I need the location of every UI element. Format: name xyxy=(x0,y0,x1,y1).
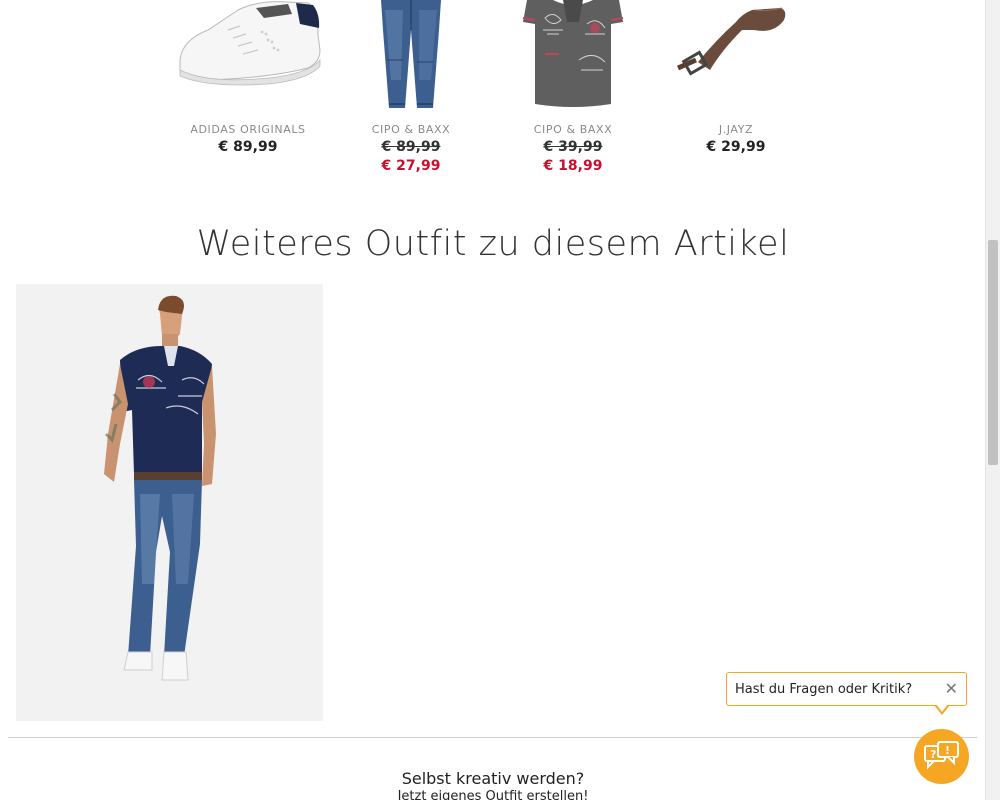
product-brand[interactable]: ADIDAS ORIGINALS xyxy=(168,123,328,136)
product-strike-price: € 39,99 xyxy=(543,139,603,155)
grey-polo-shirt-image[interactable] xyxy=(493,0,653,112)
vertical-scrollbar[interactable] xyxy=(985,0,1000,800)
product-brand[interactable]: CIPO & BAXX xyxy=(331,123,491,136)
brown-belt-image[interactable] xyxy=(656,0,816,112)
feedback-prompt: Hast du Fragen oder Kritik? ✕ xyxy=(726,672,967,706)
creative-title: Selbst kreativ werden? xyxy=(401,769,585,788)
feedback-button[interactable]: ? ! xyxy=(914,729,969,784)
scrollbar-thumb[interactable] xyxy=(988,240,998,465)
section-divider xyxy=(8,737,977,738)
svg-text:!: ! xyxy=(945,744,950,757)
product-row: ADIDAS ORIGINALS € 89,99 CIPO & BAXX € 8… xyxy=(168,0,818,190)
product-old-price: € 89,99 xyxy=(331,139,491,155)
product-brand[interactable]: CIPO & BAXX xyxy=(493,123,653,136)
outfit-model-image[interactable] xyxy=(16,284,323,721)
product-price: € 89,99 xyxy=(218,139,278,155)
outfit-section-title: Weiteres Outfit zu diesem Artikel xyxy=(196,224,790,264)
product-price: € 29,99 xyxy=(706,139,766,155)
svg-text:?: ? xyxy=(930,748,936,761)
feedback-chat-icon: ? ! xyxy=(924,741,959,770)
outfit-card[interactable] xyxy=(16,284,323,721)
product-sale-price: € 18,99 xyxy=(543,158,603,174)
create-outfit-link[interactable]: Jetzt eigenes Outfit erstellen! xyxy=(0,789,986,800)
white-sneaker-image[interactable] xyxy=(168,0,328,112)
product-strike-price: € 89,99 xyxy=(381,139,441,155)
feedback-prompt-tail-inner xyxy=(936,704,948,712)
blue-jeans-image[interactable] xyxy=(331,0,491,112)
product-sale-price: € 27,99 xyxy=(381,158,441,174)
feedback-prompt-text: Hast du Fragen oder Kritik? xyxy=(735,682,913,697)
product-brand[interactable]: J.JAYZ xyxy=(656,123,816,136)
close-icon[interactable]: ✕ xyxy=(945,679,958,698)
product-old-price: € 39,99 xyxy=(493,139,653,155)
